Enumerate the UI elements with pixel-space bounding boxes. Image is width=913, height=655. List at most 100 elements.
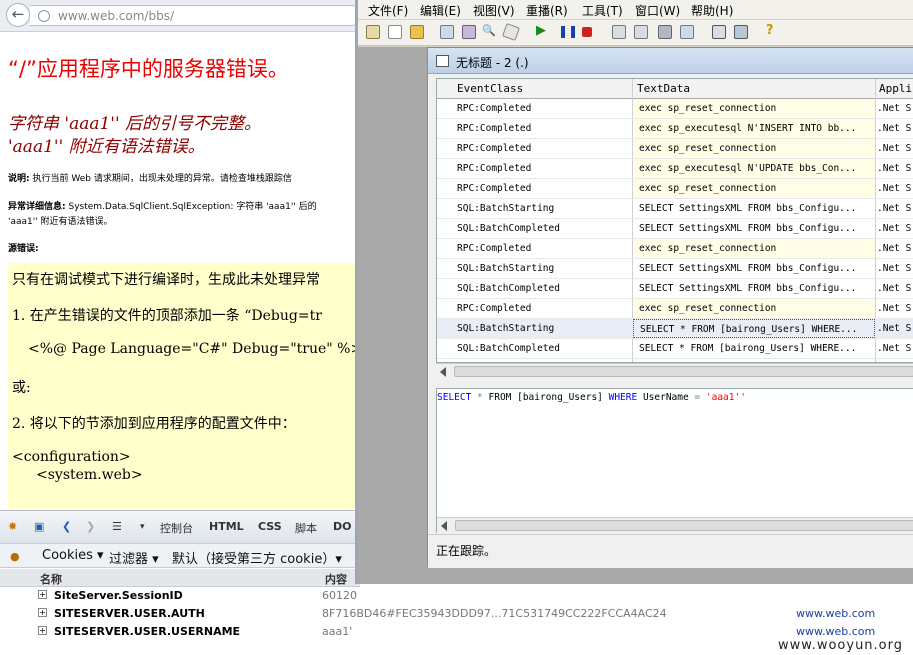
dropdown-icon[interactable]: ▾ (140, 522, 145, 532)
application-name: .Net S (877, 323, 912, 334)
mdi-area: 无标题 - 2 (.) EventClass TextData Applic R… (358, 47, 913, 584)
sql-star: * (471, 392, 489, 403)
firebug-bug-icon[interactable]: ✸ (8, 520, 17, 533)
help-icon[interactable]: ? (766, 23, 780, 38)
filter-icon[interactable] (634, 25, 648, 39)
default-policy-menu[interactable]: 默认（接受第三方 cookie）▾ (172, 548, 342, 567)
menu-view[interactable]: 视图(V) (473, 2, 515, 19)
trace-row[interactable]: RPC:Completed exec sp_reset_connection .Ne… (437, 99, 913, 119)
menu-tools[interactable]: 工具(T) (582, 2, 623, 19)
cookie-row[interactable]: + SITESERVER.USER.AUTH 8F716BD46#FEC3594… (0, 605, 913, 623)
profiler-toolbar: 🔍 ▶ ❚❚ ? (358, 20, 913, 46)
textdata-pane[interactable]: SELECT * FROM [bairong_Users] WHERE User… (436, 388, 913, 533)
trace-row[interactable]: SQL:BatchStarting SELECT SettingsXML FROM… (437, 199, 913, 219)
chart-icon[interactable] (734, 25, 748, 39)
trace-row[interactable]: SQL:BatchCompleted SELECT SettingsXML FRO… (437, 219, 913, 239)
cookie-name: SITESERVER.USER.AUTH (54, 607, 205, 620)
expand-icon[interactable]: + (38, 608, 47, 617)
trace-row[interactable]: RPC:Completed exec sp_executesql N'UPDATE… (437, 159, 913, 179)
cookies-menu[interactable]: Cookies ▾ (42, 548, 104, 563)
find-icon[interactable]: 🔍 (482, 24, 496, 38)
scroll-thumb[interactable] (455, 520, 913, 531)
trace-row[interactable]: SQL:BatchCompleted SELECT SettingsXML FRO… (437, 279, 913, 299)
address-bar: ← www.web.com/bbs/ (0, 0, 360, 32)
tab-console[interactable]: 控制台 (160, 520, 193, 536)
globe-icon (38, 10, 50, 22)
cookie-row[interactable]: + SITESERVER.USER.USERNAME aaa1' www.web… (0, 623, 913, 641)
trace-window-titlebar[interactable]: 无标题 - 2 (.) (428, 48, 913, 74)
next-icon[interactable]: ❯ (86, 520, 95, 533)
trace-row[interactable]: RPC:Completed exec sp_reset_connection .Ne… (437, 179, 913, 199)
clear-icon[interactable] (680, 25, 694, 39)
col-name[interactable]: 名称 (40, 571, 62, 587)
pause-icon[interactable]: ❚❚ (558, 24, 578, 38)
trace-row[interactable]: RPC:Completed exec sp_reset_connection .Ne… (437, 299, 913, 319)
source-line-6: <configuration> (12, 449, 131, 465)
new-trace-icon[interactable] (366, 25, 380, 39)
event-class: SQL:BatchCompleted (457, 223, 560, 234)
exception-label: 异常详细信息: (8, 202, 66, 212)
tab-script[interactable]: 脚本 (295, 520, 317, 536)
source-line-5: 2. 将以下的节添加到应用程序的配置文件中： (12, 416, 296, 432)
filter-menu[interactable]: 过滤器 ▾ (109, 548, 159, 567)
menu-edit[interactable]: 编辑(E) (420, 2, 461, 19)
open-icon[interactable] (410, 25, 424, 39)
scroll-left-icon[interactable] (441, 521, 447, 531)
application-name: .Net S (877, 103, 912, 114)
status-bar: 正在跟踪。 (428, 534, 913, 568)
description: 说明: 执行当前 Web 请求期间，出现未处理的异常。请检查堆栈跟踪信 (8, 171, 292, 184)
trace-grid[interactable]: EventClass TextData Applic RPC:Completed… (436, 78, 913, 363)
expand-icon[interactable]: + (38, 626, 47, 635)
exception-text: System.Data.SqlClient.SqlException: 字符串 … (68, 202, 317, 212)
scroll-thumb[interactable] (454, 366, 913, 377)
menu-replay[interactable]: 重播(R) (526, 2, 568, 19)
col-application[interactable]: Applic (879, 82, 913, 95)
tab-html[interactable]: HTML (209, 520, 244, 533)
cookie-icon[interactable]: ● (10, 550, 20, 563)
menu-file[interactable]: 文件(F) (368, 2, 408, 19)
trace-window-title: 无标题 - 2 (.) (456, 56, 529, 70)
menu-window[interactable]: 窗口(W) (635, 2, 680, 19)
menu-help[interactable]: 帮助(H) (691, 2, 733, 19)
cookie-row[interactable]: + SiteServer.SessionID 60120 (0, 587, 913, 605)
application-name: .Net S (877, 183, 912, 194)
back-button[interactable]: ← (6, 3, 30, 27)
grid-scrollbar[interactable] (436, 363, 913, 379)
source-line-2: 1. 在产生错误的文件的顶部添加一条 “Debug=tr (12, 308, 322, 324)
cookie-value: 8F716BD46#FEC35943DDD97...71C531749CC222… (322, 607, 667, 620)
text-data: SELECT SettingsXML FROM bbs_Configu... (639, 203, 857, 214)
prev-icon[interactable]: ❮ (62, 520, 71, 533)
cookie-value: aaa1' (322, 625, 353, 638)
col-content[interactable]: 内容 (325, 571, 347, 587)
tab-css[interactable]: CSS (258, 520, 282, 533)
text-data: exec sp_reset_connection (633, 99, 875, 118)
url-field[interactable]: www.web.com/bbs/ (30, 5, 356, 26)
detail-scrollbar[interactable] (437, 517, 913, 533)
text-data: exec sp_executesql N'UPDATE bbs_Con... (633, 159, 875, 178)
export-icon[interactable] (462, 25, 476, 39)
event-class: RPC:Completed (457, 103, 532, 114)
template-icon[interactable] (712, 25, 726, 39)
run-icon[interactable]: ▶ (536, 23, 550, 38)
eraser-icon[interactable] (502, 23, 520, 41)
application-name: .Net S (877, 123, 912, 134)
trace-row[interactable]: SQL:BatchStarting SELECT * FROM [bairong_… (437, 319, 913, 339)
properties-icon[interactable] (440, 25, 454, 39)
scroll-left-icon[interactable] (440, 367, 446, 377)
inspect-icon[interactable]: ▣ (34, 520, 44, 533)
exception-text-2: 'aaa1'' 附近有语法错误。 (8, 217, 113, 227)
expand-icon[interactable]: + (38, 590, 47, 599)
tab-dom[interactable]: DO (333, 520, 351, 533)
list-icon[interactable]: ☰ (112, 520, 122, 533)
stop-icon[interactable] (582, 27, 592, 37)
trace-row[interactable]: RPC:Completed exec sp_reset_connection .Ne… (437, 139, 913, 159)
trace-row[interactable]: RPC:Completed exec sp_executesql N'INSERT… (437, 119, 913, 139)
trace-row[interactable]: SQL:BatchStarting SELECT SettingsXML FROM… (437, 259, 913, 279)
trace-row[interactable]: SQL:BatchCompleted SELECT * FROM [bairong… (437, 339, 913, 359)
columns-icon[interactable] (612, 25, 626, 39)
new-file-icon[interactable] (388, 25, 402, 39)
col-eventclass[interactable]: EventClass (457, 82, 523, 95)
col-textdata[interactable]: TextData (637, 82, 690, 95)
autoscroll-icon[interactable] (658, 25, 672, 39)
trace-row[interactable]: RPC:Completed exec sp_reset_connection .Ne… (437, 239, 913, 259)
